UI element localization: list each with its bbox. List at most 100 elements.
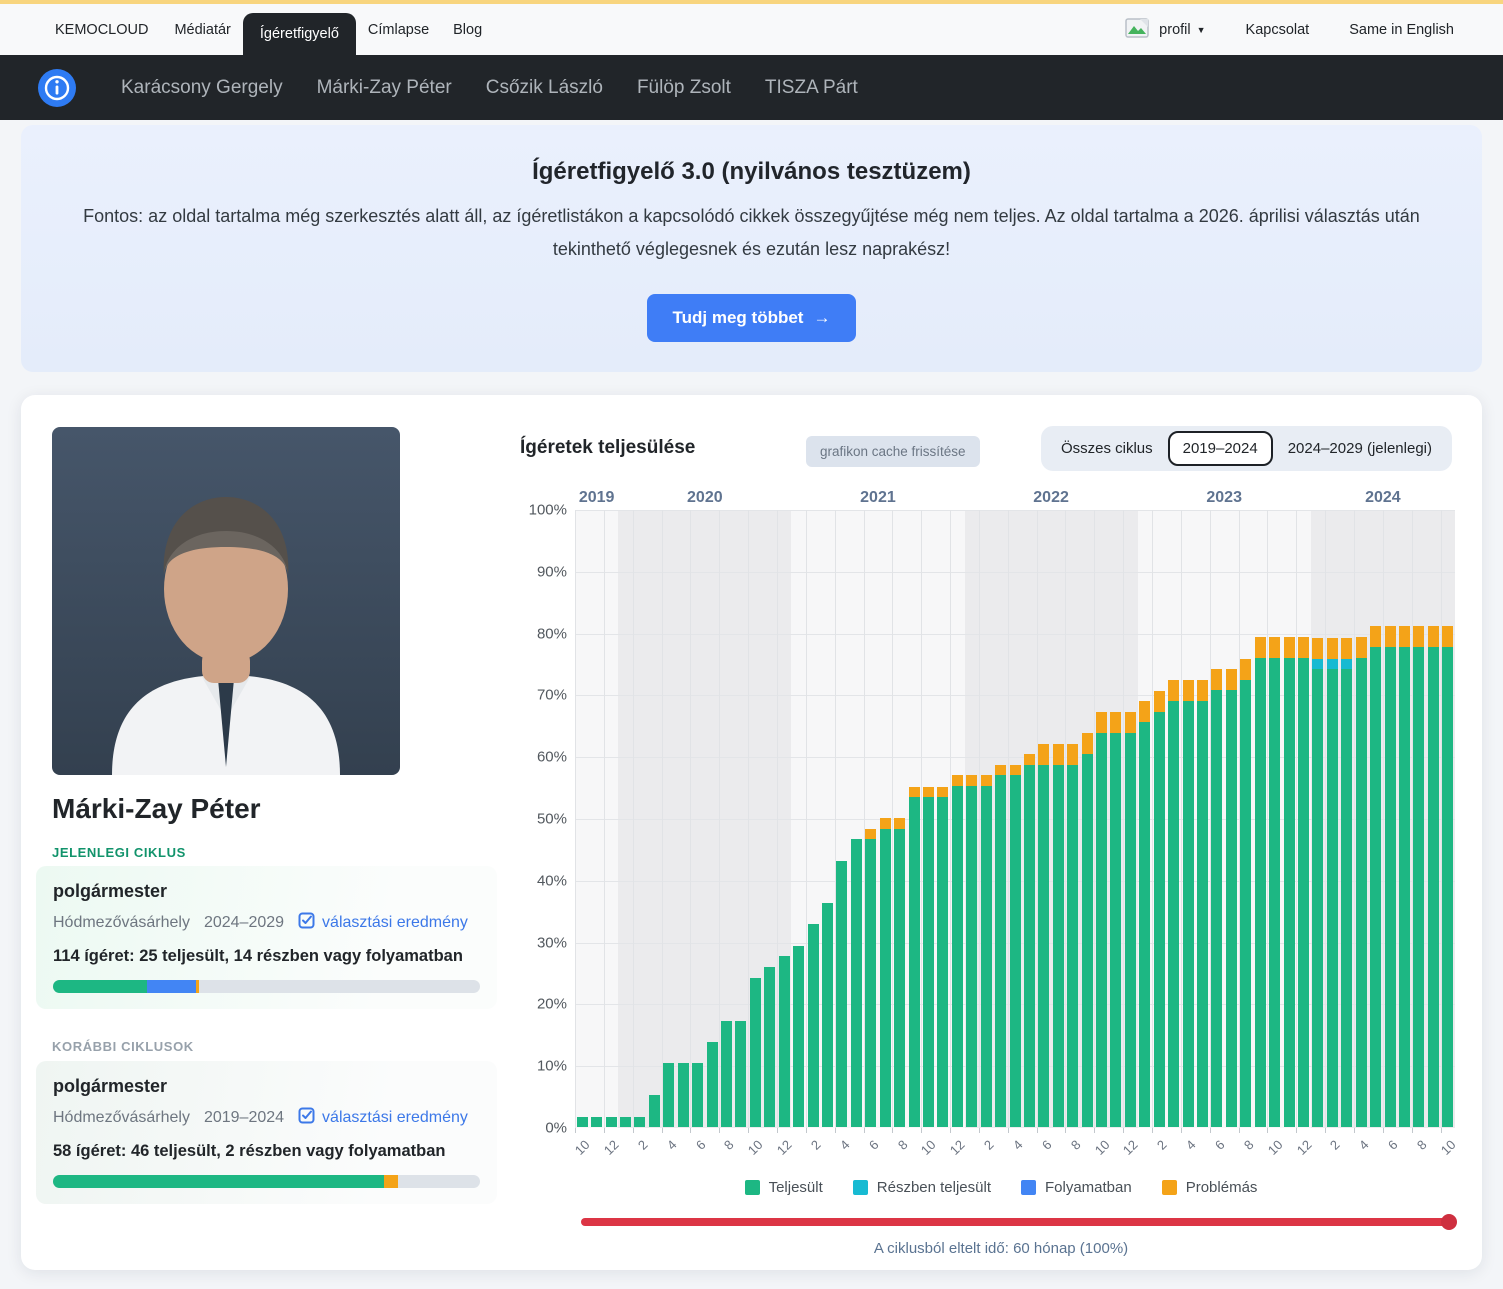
checkbox-check-icon	[298, 1107, 315, 1129]
bar-segment-g	[937, 797, 948, 1127]
bar-segment-g	[793, 946, 804, 1127]
bar-segment-g	[894, 829, 905, 1127]
x-axis-label: 8	[1227, 1137, 1256, 1166]
bar-segment-o	[1053, 744, 1064, 765]
legend-item-b[interactable]: Folyamatban	[1021, 1179, 1132, 1196]
bar-segment-g	[952, 786, 963, 1127]
slider-handle[interactable]	[1441, 1214, 1457, 1230]
hero-banner: Ígéretfigyelő 3.0 (nyilvános tesztüzem) …	[21, 125, 1482, 372]
bar-segment-o	[1370, 626, 1381, 647]
nav-item-blog[interactable]: Blog	[441, 4, 494, 55]
learn-more-button[interactable]: Tudj meg többet →	[647, 294, 857, 342]
y-axis-label: 70%	[537, 687, 567, 704]
bar-segment-o	[865, 829, 876, 840]
x-axis-tick-mark	[1123, 1128, 1124, 1133]
bar-segment-o	[1356, 637, 1367, 658]
bar-segment-g	[692, 1063, 703, 1127]
nav-item-english[interactable]: Same in English	[1333, 22, 1470, 38]
tab-2024-2029[interactable]: 2024–2029 (jelenlegi)	[1273, 431, 1447, 466]
x-axis-label: 10	[910, 1137, 939, 1166]
legend-item-g[interactable]: Teljesült	[745, 1179, 823, 1196]
nav-item-mediatar[interactable]: Médiatár	[162, 4, 242, 55]
person-navbar: Karácsony Gergely Márki-Zay Péter Csőzik…	[0, 55, 1503, 120]
bar-segment-g	[1413, 647, 1424, 1127]
x-axis-tick-mark	[921, 1128, 922, 1133]
progress-bar	[53, 1175, 480, 1188]
bar-segment-g	[1240, 680, 1251, 1127]
bar-segment-g	[1442, 647, 1453, 1127]
x-axis-label: 2	[622, 1137, 651, 1166]
bar-segment-o	[1312, 638, 1323, 659]
bar-segment-o	[1399, 626, 1410, 647]
bar-segment-g	[981, 786, 992, 1127]
person-nav-fulop[interactable]: Fülöp Zsolt	[620, 77, 748, 99]
bar-segment-g	[779, 956, 790, 1127]
x-axis-label: 8	[1054, 1137, 1083, 1166]
legend-item-o[interactable]: Problémás	[1162, 1179, 1258, 1196]
x-axis-tick-mark	[1354, 1128, 1355, 1133]
year-label-2022: 2022	[1033, 489, 1069, 507]
info-icon[interactable]	[38, 69, 76, 107]
y-axis-label: 90%	[537, 563, 567, 580]
x-axis-tick-mark	[1239, 1128, 1240, 1133]
main-card: Márki-Zay Péter JELENLEGI CIKLUS polgárm…	[21, 395, 1482, 1270]
nav-item-cimlapse[interactable]: Címlapse	[356, 4, 441, 55]
x-axis-tick-mark	[604, 1128, 605, 1133]
nav-item-kapcsolat[interactable]: Kapcsolat	[1230, 22, 1326, 38]
legend-item-c[interactable]: Részben teljesült	[853, 1179, 991, 1196]
promise-summary: 58 ígéret: 46 teljesült, 2 részben vagy …	[53, 1142, 480, 1161]
checkbox-check-icon	[298, 912, 315, 934]
top-nav-left: KEMOCLOUD Médiatár Ígéretfigyelő Címlaps…	[0, 4, 494, 55]
bar-segment-g	[880, 829, 891, 1127]
bar-segment-g	[909, 797, 920, 1127]
refresh-cache-button[interactable]: grafikon cache frissítése	[806, 436, 980, 467]
bar-segment-g	[808, 924, 819, 1127]
progress-segment	[53, 1175, 384, 1188]
bar-segment-g	[663, 1063, 674, 1127]
person-nav-tisza[interactable]: TISZA Párt	[748, 77, 875, 99]
bar-segment-g	[1082, 754, 1093, 1127]
bar-segment-o	[1413, 626, 1424, 647]
gridline-v	[633, 510, 634, 1128]
bar-segment-g	[1385, 647, 1396, 1127]
bar-segment-g	[750, 978, 761, 1127]
x-axis-label: 2	[795, 1137, 824, 1166]
x-axis-label: 6	[679, 1137, 708, 1166]
x-axis-label: 2	[1141, 1137, 1170, 1166]
brand-link[interactable]: KEMOCLOUD	[43, 4, 162, 55]
bar-segment-g	[620, 1117, 631, 1128]
bar-segment-g	[1226, 690, 1237, 1127]
legend-swatch	[853, 1180, 868, 1195]
bar-segment-o	[1442, 626, 1453, 647]
x-axis-tick-mark	[1094, 1128, 1095, 1133]
bar-segment-o	[1096, 712, 1107, 733]
gridline-v	[662, 510, 663, 1128]
election-result-link[interactable]: választási eredmény	[298, 912, 468, 934]
tab-all-cycles[interactable]: Összes ciklus	[1046, 431, 1168, 466]
tab-2019-2024[interactable]: 2019–2024	[1168, 431, 1273, 466]
election-result-link[interactable]: választási eredmény	[298, 1107, 468, 1129]
bar-segment-o	[1125, 712, 1136, 733]
election-result-label: választási eredmény	[322, 914, 468, 932]
person-nav-markizay[interactable]: Márki-Zay Péter	[300, 77, 469, 99]
nav-item-igeretfigyelo-active[interactable]: Ígéretfigyelő	[243, 13, 356, 55]
y-axis-label: 60%	[537, 749, 567, 766]
bar-segment-g	[1312, 669, 1323, 1127]
person-nav-csozik[interactable]: Csőzik László	[469, 77, 620, 99]
person-nav-karacsony[interactable]: Karácsony Gergely	[104, 77, 300, 99]
profile-menu[interactable]: profil ▼	[1109, 18, 1221, 42]
cycle-tabs: Összes ciklus 2019–2024 2024–2029 (jelen…	[1041, 426, 1452, 471]
legend-label: Problémás	[1186, 1179, 1258, 1196]
bar-segment-g	[1053, 765, 1064, 1127]
progress-segment	[147, 980, 196, 993]
x-axis-label: 12	[1285, 1137, 1314, 1166]
elapsed-time-slider[interactable]	[581, 1218, 1454, 1226]
avatar-image-icon	[1125, 18, 1149, 42]
bar-segment-g	[649, 1095, 660, 1127]
bar-segment-g	[1168, 701, 1179, 1127]
x-axis-label: 4	[1343, 1137, 1372, 1166]
x-axis-tick-mark	[806, 1128, 807, 1133]
x-axis-label: 2	[1314, 1137, 1343, 1166]
x-axis-label: 12	[766, 1137, 795, 1166]
x-axis-tick-mark	[892, 1128, 893, 1133]
